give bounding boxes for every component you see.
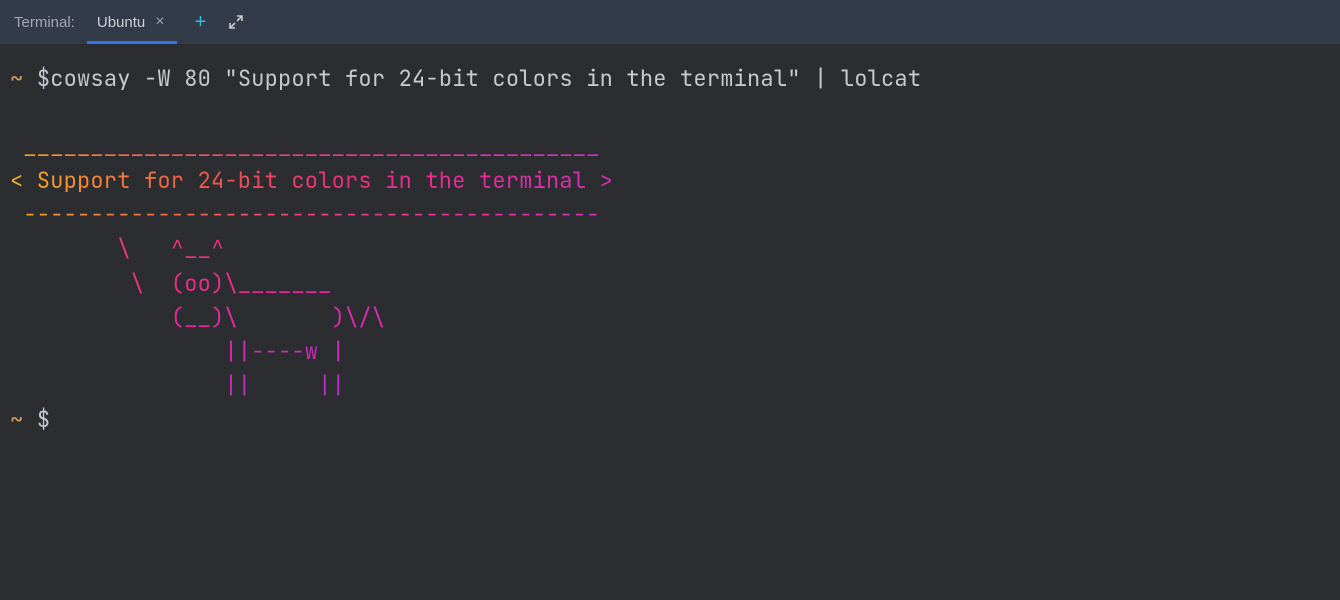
prompt-tilde: ~ [10,64,23,93]
cow4-text: ||----w | [10,335,345,369]
cow-line-1: \ ^__^ [10,232,1330,266]
terminal-tab-bar: Terminal: Ubuntu × + [0,0,1340,44]
prompt-line-2: ~ $ [10,403,1330,437]
close-icon[interactable]: × [155,13,164,31]
cow1-text: \ ^__^ [10,232,224,266]
cow-line-3: (__)\ )\/\ [10,301,1330,335]
border-bot-text: ----------------------------------------… [10,198,613,232]
cowsay-border-bottom: ----------------------------------------… [10,198,1330,232]
command-text: cowsay -W 80 "Support for 24-bit colors … [50,64,921,93]
cowsay-border-top: ________________________________________… [10,130,1330,164]
prompt-dollar-2: $ [37,405,50,434]
tab-ubuntu[interactable]: Ubuntu × [87,0,177,44]
cow2-text: \ (oo)\_______ [10,267,332,301]
border-top-text: ________________________________________… [10,130,613,164]
new-tab-button[interactable]: + [195,12,207,32]
cow-line-4: ||----w | [10,335,1330,369]
terminal-body[interactable]: ~ $cowsay -W 80 "Support for 24-bit colo… [0,44,1340,447]
tabbar-title: Terminal: [14,14,75,31]
prompt-dollar: $ [37,64,50,93]
cow5-text: || || [10,369,345,403]
cowsay-bubble: < Support for 24-bit colors in the termi… [10,164,1330,198]
expand-icon[interactable] [228,14,244,30]
prompt-tilde-2: ~ [10,405,23,434]
tab-label: Ubuntu [97,14,145,31]
cow3-text: (__)\ )\/\ [10,301,385,335]
blank-line [10,96,1330,130]
prompt-line-1: ~ $cowsay -W 80 "Support for 24-bit colo… [10,62,1330,96]
cow-line-2: \ (oo)\_______ [10,267,1330,301]
bubble-text: < Support for 24-bit colors in the termi… [10,164,613,198]
cow-line-5: || || [10,369,1330,403]
